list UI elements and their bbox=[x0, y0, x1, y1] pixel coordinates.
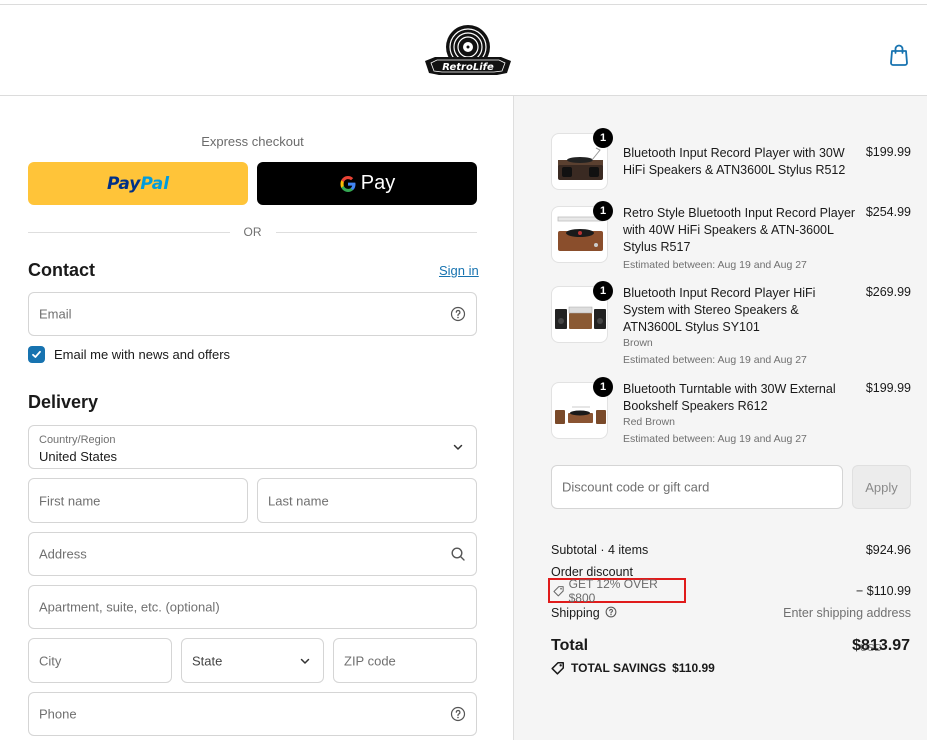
order-summary: 1 Bluetooth Input Record Player with 30W… bbox=[513, 96, 927, 740]
total-value: $813.97 bbox=[852, 637, 910, 654]
quantity-badge: 1 bbox=[593, 281, 613, 301]
newsletter-checkbox[interactable] bbox=[28, 346, 45, 363]
product-price: $199.99 bbox=[865, 381, 911, 395]
google-g-icon bbox=[340, 175, 356, 192]
cart-item: 1 Bluetooth Input Record Player with 30W… bbox=[551, 128, 911, 191]
first-name-field[interactable]: First name bbox=[28, 478, 248, 523]
product-variant: Red Brown bbox=[623, 416, 675, 428]
product-price: $269.99 bbox=[865, 285, 911, 299]
delivery-estimate: Estimated between: Aug 19 and Aug 27 bbox=[623, 433, 807, 445]
product-thumbnail: 1 bbox=[551, 201, 613, 263]
newsletter-label: Email me with news and offers bbox=[54, 347, 231, 362]
product-price: $199.99 bbox=[865, 145, 911, 159]
apartment-field[interactable]: Apartment, suite, etc. (optional) bbox=[28, 585, 477, 629]
cart-item: 1 Retro Style Bluetooth Input Record Pla… bbox=[551, 201, 911, 271]
shipping-value: Enter shipping address bbox=[783, 606, 911, 620]
retrolife-logo[interactable]: RetroLife bbox=[421, 23, 515, 83]
google-pay-button[interactable]: Pay bbox=[257, 162, 477, 205]
zip-field[interactable]: ZIP code bbox=[333, 638, 477, 683]
city-field[interactable]: City bbox=[28, 638, 172, 683]
sign-in-link[interactable]: Sign in bbox=[439, 263, 479, 278]
discount-value: − $110.99 bbox=[855, 584, 911, 598]
logo-text: RetroLife bbox=[442, 62, 494, 73]
discount-code-text: GET 12% OVER $800 bbox=[568, 576, 658, 605]
product-variant: Brown bbox=[623, 337, 653, 349]
subtotal-row: Subtotal · 4 items $924.96 bbox=[551, 543, 911, 557]
savings-value: $110.99 bbox=[672, 661, 715, 675]
chevron-down-icon bbox=[300, 658, 310, 664]
savings-label: TOTAL SAVINGS bbox=[571, 661, 667, 675]
email-field[interactable]: Email bbox=[28, 292, 477, 336]
state-select[interactable]: State bbox=[181, 638, 324, 683]
express-checkout-label: Express checkout bbox=[201, 134, 304, 149]
newsletter-option[interactable]: Email me with news and offers bbox=[28, 346, 230, 363]
quantity-badge: 1 bbox=[593, 128, 613, 148]
cart-item: 1 Bluetooth Turntable with 30W External … bbox=[551, 377, 911, 445]
apply-discount-button[interactable]: Apply bbox=[852, 465, 911, 509]
address-field[interactable]: Address bbox=[28, 532, 477, 576]
country-select[interactable]: Country/Region United States bbox=[28, 425, 477, 469]
tag-icon bbox=[553, 585, 564, 596]
tag-icon bbox=[551, 661, 565, 675]
country-value: United States bbox=[39, 449, 118, 464]
checkout-form: Express checkout Pay Pal Pay OR Contact S… bbox=[0, 96, 513, 740]
quantity-badge: 1 bbox=[593, 201, 613, 221]
contact-title: Contact bbox=[28, 260, 95, 280]
shipping-row: Shipping Enter shipping address bbox=[551, 606, 911, 620]
quantity-badge: 1 bbox=[593, 377, 613, 397]
cart-item: 1 Bluetooth Input Record Player HiFi Sys… bbox=[551, 281, 911, 366]
subtotal-value: $924.96 bbox=[865, 543, 911, 557]
header: RetroLife bbox=[0, 5, 927, 96]
discount-code-tag: GET 12% OVER $800 bbox=[548, 576, 686, 605]
check-icon bbox=[32, 350, 41, 358]
product-thumbnail: 1 bbox=[551, 128, 613, 190]
product-name: Bluetooth Input Record Player with 30W H… bbox=[623, 146, 846, 177]
country-label: Country/Region bbox=[39, 434, 116, 446]
delivery-estimate: Estimated between: Aug 19 and Aug 27 bbox=[623, 354, 807, 366]
product-thumbnail: 1 bbox=[551, 281, 613, 343]
shipping-label: Shipping bbox=[551, 606, 600, 620]
last-name-field[interactable]: Last name bbox=[257, 478, 477, 523]
help-circle-icon[interactable] bbox=[450, 306, 466, 322]
phone-field[interactable]: Phone bbox=[28, 692, 477, 736]
or-divider: OR bbox=[28, 224, 477, 240]
search-icon bbox=[451, 547, 465, 561]
total-label: Total bbox=[551, 637, 589, 654]
product-name: Bluetooth Input Record Player HiFi Syste… bbox=[623, 286, 816, 334]
cart-bag-icon[interactable] bbox=[888, 43, 910, 67]
total-savings-row: TOTAL SAVINGS $110.99 bbox=[551, 661, 715, 675]
subtotal-label: Subtotal · 4 items bbox=[551, 543, 649, 557]
delivery-title: Delivery bbox=[28, 392, 99, 412]
delivery-estimate: Estimated between: Aug 19 and Aug 27 bbox=[623, 259, 807, 271]
product-name: Retro Style Bluetooth Input Record Playe… bbox=[623, 206, 856, 254]
help-circle-icon[interactable] bbox=[605, 606, 617, 618]
product-price: $254.99 bbox=[865, 205, 911, 219]
chevron-down-icon bbox=[453, 444, 463, 450]
product-thumbnail: 1 bbox=[551, 377, 613, 439]
help-circle-icon[interactable] bbox=[450, 706, 466, 722]
paypal-button[interactable]: Pay Pal bbox=[28, 162, 248, 205]
product-name: Bluetooth Turntable with 30W External Bo… bbox=[623, 382, 836, 413]
discount-code-input[interactable]: Discount code or gift card bbox=[551, 465, 843, 509]
